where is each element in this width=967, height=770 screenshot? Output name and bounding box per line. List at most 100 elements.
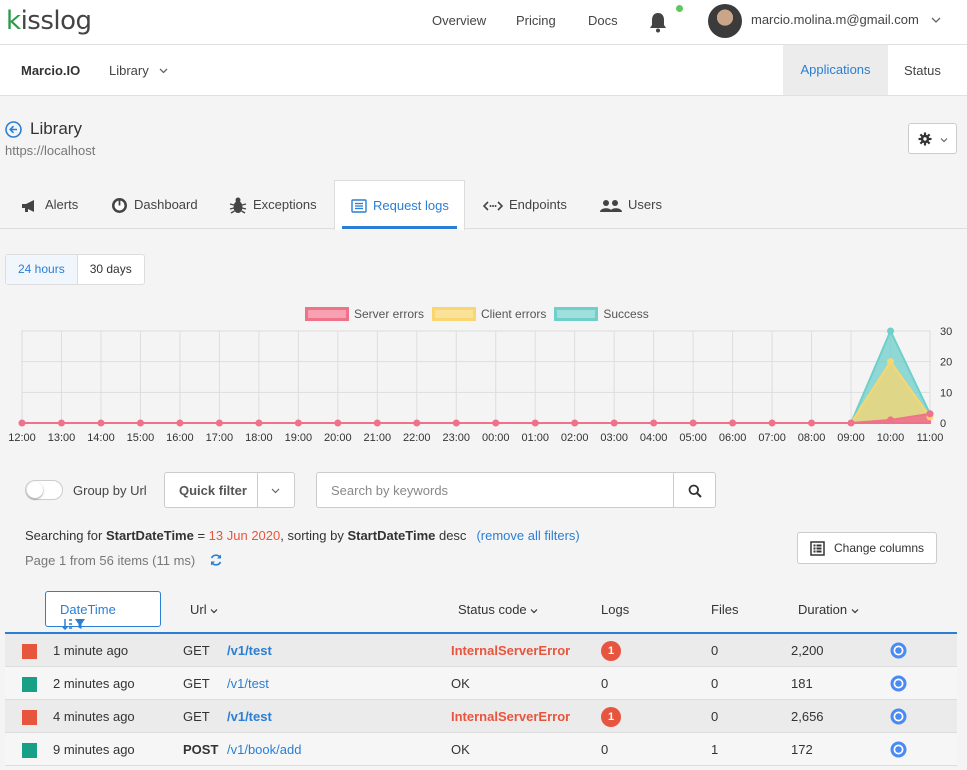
data-point-server-errors [650,419,658,427]
row-duration: 181 [791,676,813,691]
group-by-url-toggle[interactable] [25,480,63,500]
row-url-link[interactable]: /v1/test [227,643,272,658]
search-input[interactable] [316,472,674,508]
chrome-browser-icon [890,708,907,725]
tab-label: Dashboard [134,197,198,212]
chevron-down-icon[interactable] [930,14,942,26]
x-tick-label: 08:00 [798,432,826,444]
refresh-icon[interactable] [209,553,223,567]
x-tick-label: 19:00 [285,432,313,444]
row-logs: 0 [601,676,609,691]
notification-dot [676,5,683,12]
request-chart: 0 10 20 30 12:00 13:00 14:00 15:00 16:00 17:00 18:… [8,326,952,444]
table-row[interactable]: 1 minute ago GET/v1/test InternalServerErr… [5,634,957,667]
data-point-server-errors [255,419,263,427]
tab-users[interactable]: Users [600,180,662,229]
row-files: 0 [711,643,719,658]
range-24-hours-button[interactable]: 24 hours [6,255,78,284]
y-tick-label: 20 [940,357,952,369]
data-point-server-errors [334,419,342,427]
x-tick-label: 01:00 [521,432,549,444]
tab-request-logs[interactable]: Request logs [334,180,465,230]
avatar[interactable] [708,4,742,38]
x-tick-label: 05:00 [679,432,707,444]
app-selector[interactable]: Library [109,63,149,78]
sort-filter-icon [61,619,85,631]
data-point-server-errors [847,419,855,427]
quick-filter-dropdown[interactable]: Quick filter [164,472,295,508]
series-area-success [22,328,931,424]
files-column-header: Files [711,602,739,617]
row-time: 2 minutes ago [53,676,135,691]
kisslog-logo[interactable]: kisslog [6,6,92,36]
x-tick-label: 10:00 [877,432,905,444]
row-files: 0 [711,709,719,724]
remove-all-filters-link[interactable]: (remove all filters) [476,528,579,543]
row-logs: 0 [601,742,609,757]
data-point-server-errors [768,419,776,427]
status-link[interactable]: Status [904,63,941,78]
row-status: OK [451,676,470,691]
data-point-server-errors [57,419,65,427]
bell-icon[interactable] [648,11,668,33]
legend-item-server-errors[interactable]: Server errors [305,307,424,321]
status-indicator [22,677,37,692]
search-icon [688,484,702,498]
table-row[interactable]: 4 minutes ago GET/v1/test InternalServerEr… [5,700,957,733]
data-point-server-errors [452,419,460,427]
x-tick-label: 11:00 [917,432,944,444]
tab-endpoints[interactable]: Endpoints [482,180,567,229]
row-url-link[interactable]: /v1/test [227,709,272,724]
tab-dashboard[interactable]: Dashboard [111,180,198,229]
x-tick-label: 20:00 [324,432,352,444]
range-30-days-button[interactable]: 30 days [78,255,144,284]
logs-column-header: Logs [601,602,630,617]
duration-column-header[interactable]: Duration [798,602,859,617]
status-code-column-header[interactable]: Status code [458,602,538,617]
chevron-down-icon [271,488,280,494]
sub-navbar: Marcio.IO Library Applications Status [0,45,967,96]
row-duration: 172 [791,742,813,757]
table-row[interactable]: 2 minutes ago GET/v1/test OK 0 0 181 [5,667,957,700]
org-name[interactable]: Marcio.IO [21,63,80,78]
settings-dropdown-button[interactable] [908,123,957,154]
columns-icon [810,541,825,556]
data-point-server-errors [492,419,500,427]
nav-pricing-link[interactable]: Pricing [516,13,556,28]
data-point-server-errors [729,419,737,427]
legend-item-client-errors[interactable]: Client errors [432,307,546,321]
row-method: GET [183,676,210,691]
tab-exceptions[interactable]: Exceptions [229,180,317,229]
list-icon [351,199,367,213]
row-method: GET [183,643,210,658]
search-button[interactable] [673,472,716,508]
user-email[interactable]: marcio.molina.m@gmail.com [751,12,919,27]
row-status: OK [451,742,470,757]
datetime-sort-button[interactable]: DateTime [45,591,161,631]
tab-alerts[interactable]: Alerts [21,180,78,229]
x-tick-label: 14:00 [87,432,115,444]
legend-item-success[interactable]: Success [554,307,649,321]
row-url-link[interactable]: /v1/test [227,676,269,691]
nav-overview-link[interactable]: Overview [432,13,486,28]
url-column-header[interactable]: Url [190,602,218,617]
chevron-down-icon[interactable] [158,65,169,76]
logs-count-badge: 1 [601,707,621,727]
data-point-server-errors [215,419,223,427]
x-tick-label: 22:00 [403,432,431,444]
table-row[interactable]: 9 minutes ago POST/v1/book/add OK 0 1 172 [5,733,957,766]
chart-legend: Server errors Client errors Success [305,307,649,321]
x-tick-label: 21:00 [364,432,392,444]
back-arrow-icon[interactable] [5,121,22,138]
change-columns-button[interactable]: Change columns [797,532,937,564]
status-indicator [22,743,37,758]
row-url-link[interactable]: /v1/book/add [227,742,301,757]
applications-tab[interactable]: Applications [783,45,888,95]
table-header: DateTime Url Status code Logs Files Dura… [5,588,957,634]
logs-count-badge: 1 [601,641,621,661]
section-tabs: Alerts Dashboard Exceptions Request logs… [0,180,967,230]
x-tick-label: 12:00 [8,432,36,444]
data-point-server-errors [18,419,26,427]
x-tick-label: 00:00 [482,432,510,444]
nav-docs-link[interactable]: Docs [588,13,618,28]
